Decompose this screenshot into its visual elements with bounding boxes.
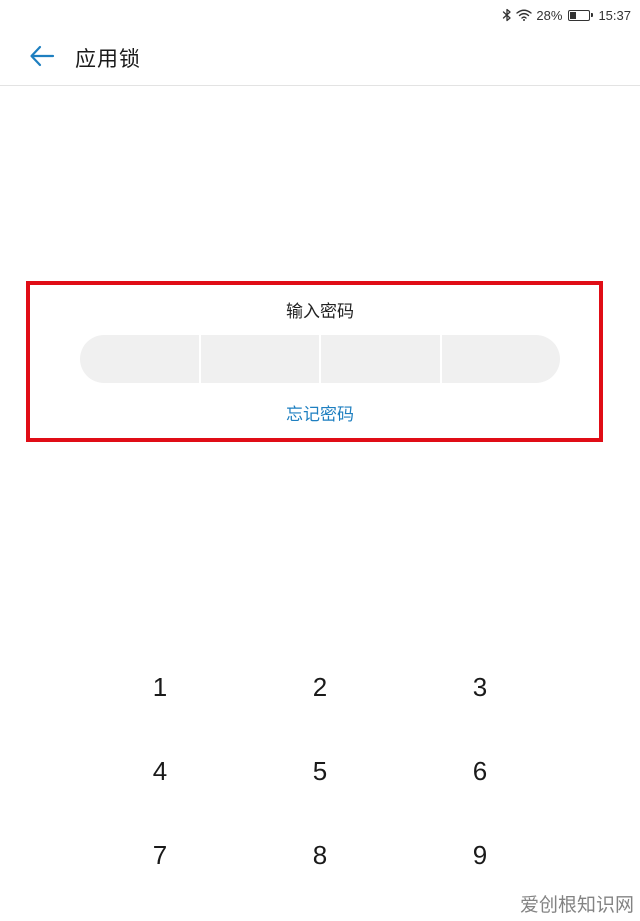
status-icons: 28% 15:37	[502, 5, 631, 25]
page-title: 应用锁	[75, 47, 141, 71]
keypad-row: 7 8 9	[0, 813, 640, 897]
key-2[interactable]: 2	[240, 645, 400, 729]
back-button[interactable]	[24, 42, 60, 74]
battery-fill	[570, 11, 577, 19]
password-prompt: 输入密码	[286, 302, 354, 322]
key-7[interactable]: 7	[80, 813, 240, 897]
keypad-row: 4 5 6	[0, 729, 640, 813]
key-3[interactable]: 3	[400, 645, 560, 729]
key-4[interactable]: 4	[80, 729, 240, 813]
key-5[interactable]: 5	[240, 729, 400, 813]
pin-digit-field[interactable]	[321, 335, 442, 383]
forgot-password-link[interactable]: 忘记密码	[286, 405, 354, 425]
wifi-icon	[516, 9, 533, 21]
bluetooth-icon	[502, 8, 512, 22]
key-8[interactable]: 8	[240, 813, 400, 897]
key-6[interactable]: 6	[400, 729, 560, 813]
pin-input[interactable]	[80, 335, 560, 383]
app-header: 应用锁	[0, 30, 640, 86]
pin-digit-field[interactable]	[80, 335, 201, 383]
number-keypad: 1 2 3 4 5 6 7 8 9	[0, 645, 640, 897]
pin-digit-field[interactable]	[201, 335, 321, 383]
pin-digit-field[interactable]	[442, 335, 561, 383]
back-arrow-icon	[29, 45, 55, 71]
status-time: 15:37	[598, 7, 631, 23]
key-1[interactable]: 1	[80, 645, 240, 729]
keypad-row: 1 2 3	[0, 645, 640, 729]
battery-percent: 28%	[536, 7, 563, 23]
watermark-text: 爱创根知识网	[519, 894, 634, 916]
battery-icon	[568, 9, 594, 21]
forgot-password-row: 忘记密码	[0, 400, 640, 425]
status-bar: 28% 15:37	[0, 0, 640, 30]
key-9[interactable]: 9	[400, 813, 560, 897]
